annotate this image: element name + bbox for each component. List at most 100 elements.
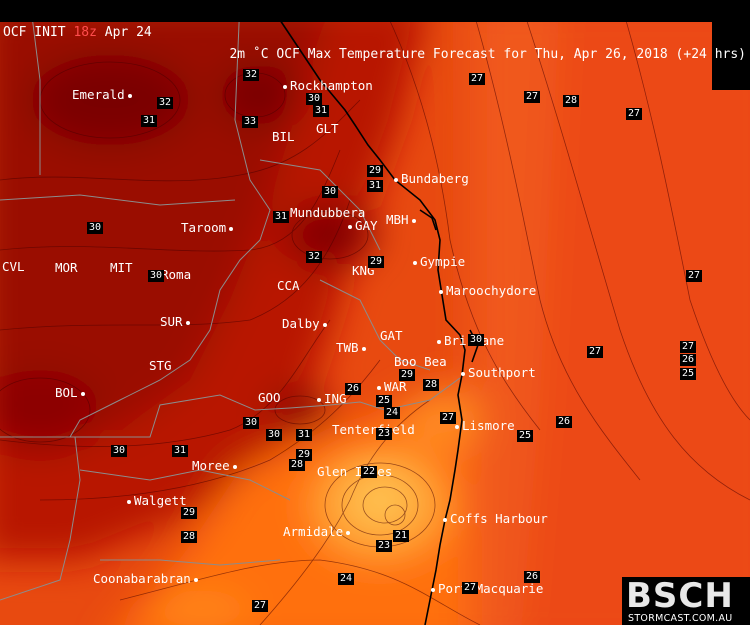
- contour-label: 30: [266, 429, 283, 441]
- city-label: CCA: [277, 278, 300, 293]
- city-dot-icon: [127, 93, 132, 98]
- city-dot-icon: [461, 371, 465, 376]
- city-label: MIT: [110, 260, 133, 275]
- city-label: MBH: [386, 213, 419, 227]
- city-label: Coonabarabran: [93, 572, 201, 586]
- contour-label: 22: [361, 466, 378, 478]
- logo-main-text: BSCH: [626, 576, 734, 616]
- contour-label: 24: [384, 407, 401, 419]
- contour-label: 29: [367, 165, 384, 177]
- city-dot-icon: [431, 587, 435, 592]
- contour-label: 30: [306, 93, 323, 105]
- city-label: Port Macquarie: [428, 582, 543, 596]
- city-label: GLT: [316, 121, 339, 136]
- contour-label: 31: [313, 105, 330, 117]
- contour-label: 26: [524, 571, 541, 583]
- contour-label: 30: [87, 222, 104, 234]
- city-label: Dalby: [282, 317, 330, 331]
- contour-label: 28: [563, 95, 580, 107]
- contour-label: 25: [680, 368, 697, 380]
- city-label: Roma: [161, 267, 192, 282]
- city-label: Rockhampton: [280, 79, 373, 93]
- city-label: BIL: [272, 129, 295, 144]
- city-label: GOO: [258, 390, 281, 405]
- contour-label: 28: [181, 531, 198, 543]
- contour-label: 32: [306, 251, 323, 263]
- city-label: Boo Bea: [394, 354, 447, 369]
- city-label: Tenterfield: [332, 422, 415, 437]
- header-init: OCF INIT 18z Apr 24: [3, 22, 152, 44]
- contour-label: 29: [181, 507, 198, 519]
- city-dot-icon: [413, 260, 417, 265]
- city-label: CVL: [2, 259, 25, 274]
- city-dot-icon: [361, 346, 366, 351]
- contour-label: 29: [368, 256, 385, 268]
- contour-label: 30: [148, 270, 165, 282]
- contour-label: 27: [469, 73, 486, 85]
- city-dot-icon: [411, 218, 416, 223]
- city-dot-icon: [229, 226, 234, 231]
- contour-label: 29: [399, 369, 416, 381]
- logo-sub-text: STORMCAST.COM.AU: [628, 613, 733, 624]
- contour-label: 31: [296, 429, 313, 441]
- contour-label: 30: [322, 186, 339, 198]
- contour-label: 25: [517, 430, 534, 442]
- city-dot-icon: [437, 339, 441, 344]
- city-label: Bundaberg: [391, 172, 469, 186]
- city-label: WAR: [374, 380, 407, 394]
- contour-label: 33: [242, 116, 259, 128]
- city-label: Taroom: [181, 221, 236, 235]
- city-dot-icon: [439, 289, 443, 294]
- contour-label: 21: [393, 530, 410, 542]
- init-hour-text: 18z: [73, 25, 97, 40]
- city-dot-icon: [394, 177, 398, 182]
- city-label: Lismore: [452, 419, 515, 433]
- contour-label: 31: [141, 115, 158, 127]
- city-label: Coffs Harbour: [440, 512, 548, 526]
- contour-label: 31: [172, 445, 189, 457]
- city-label: STG: [149, 358, 172, 373]
- city-label: SUR: [160, 315, 193, 329]
- city-label: Glen Innes: [317, 464, 393, 479]
- city-dot-icon: [283, 84, 287, 89]
- contour-label: 31: [273, 211, 290, 223]
- contour-label: 28: [423, 379, 440, 391]
- city-dot-icon: [348, 224, 352, 229]
- city-label: Armidale: [283, 525, 353, 539]
- city-label: Gympie: [410, 255, 465, 269]
- city-label: Maroochydore: [436, 284, 536, 298]
- city-dot-icon: [80, 391, 85, 396]
- contour-label: 31: [367, 180, 384, 192]
- contour-label: 24: [338, 573, 355, 585]
- city-label: Walgett: [124, 494, 187, 508]
- contour-label: 30: [243, 417, 260, 429]
- city-label: Moree: [192, 459, 240, 473]
- city-dot-icon: [377, 385, 381, 390]
- city-label: Emerald: [72, 88, 135, 102]
- city-label: ING: [314, 392, 347, 406]
- forecast-map: OCF INIT 18z Apr 24 2m ˚C OCF Max Temper…: [0, 0, 750, 625]
- contour-label: 27: [626, 108, 643, 120]
- contour-label: 32: [243, 69, 260, 81]
- city-dot-icon: [455, 424, 459, 429]
- contour-label: 26: [345, 383, 362, 395]
- model-init-text: OCF INIT: [3, 25, 66, 40]
- city-dot-icon: [317, 397, 321, 402]
- city-label: Mundubbera: [290, 205, 366, 220]
- city-dot-icon: [193, 577, 198, 582]
- contour-label: 28: [289, 459, 306, 471]
- city-label: BOL: [55, 386, 88, 400]
- contour-label: 25: [376, 395, 393, 407]
- city-label: TWB: [336, 341, 369, 355]
- contour-label: 27: [587, 346, 604, 358]
- contour-label: 32: [157, 97, 174, 109]
- contour-label: 27: [252, 600, 269, 612]
- contour-label: 23: [376, 428, 393, 440]
- city-dot-icon: [232, 464, 237, 469]
- contour-label: 26: [556, 416, 573, 428]
- city-dot-icon: [185, 320, 190, 325]
- header-bar: OCF INIT 18z Apr 24 2m ˚C OCF Max Temper…: [0, 0, 750, 62]
- city-label: MOR: [55, 260, 78, 275]
- city-label: GAY: [345, 219, 378, 233]
- city-dot-icon: [346, 530, 351, 535]
